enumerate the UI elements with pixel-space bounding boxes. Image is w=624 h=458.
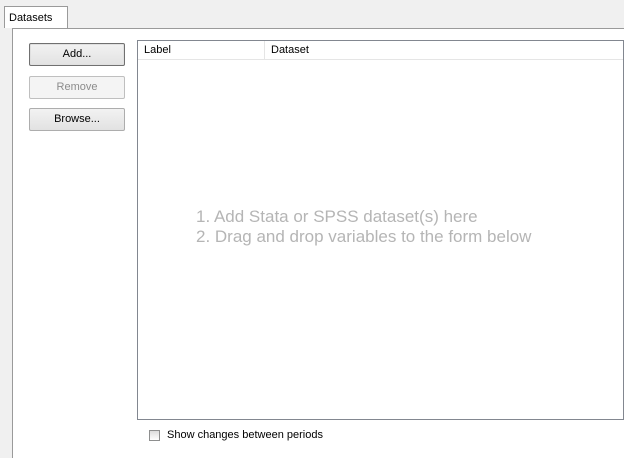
remove-button[interactable]: Remove — [29, 76, 125, 99]
add-button[interactable]: Add... — [29, 43, 125, 66]
show-changes-option[interactable]: Show changes between periods — [149, 428, 323, 442]
empty-grid-hint: 1. Add Stata or SPSS dataset(s) here 2. … — [196, 207, 531, 247]
show-changes-label[interactable]: Show changes between periods — [167, 429, 323, 441]
show-changes-checkbox[interactable] — [149, 429, 160, 441]
grid-header: Label Dataset — [138, 41, 623, 60]
browse-button[interactable]: Browse... — [29, 108, 125, 131]
column-header-dataset[interactable]: Dataset — [265, 41, 624, 59]
tab-datasets[interactable]: Datasets — [4, 6, 68, 28]
hint-line-1: 1. Add Stata or SPSS dataset(s) here — [196, 207, 478, 226]
datasets-grid[interactable]: Label Dataset 1. Add Stata or SPSS datas… — [137, 40, 624, 420]
tab-strip: Datasets — [0, 0, 624, 30]
hint-line-2: 2. Drag and drop variables to the form b… — [196, 227, 532, 246]
column-header-label[interactable]: Label — [138, 41, 265, 59]
